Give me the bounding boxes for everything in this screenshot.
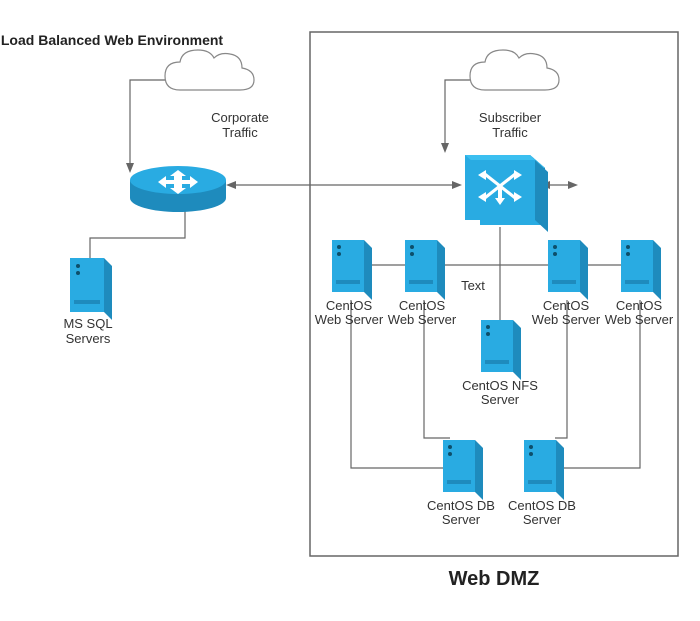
nfs-label-2: Server bbox=[481, 392, 520, 407]
web1-label-2: Web Server bbox=[315, 312, 384, 327]
server-icon bbox=[621, 240, 661, 300]
diagram-title-line1: Load Balanced Web Environment bbox=[1, 32, 224, 48]
db1-label-1: CentOS DB bbox=[427, 498, 495, 513]
web4-label-2: Web Server bbox=[605, 312, 674, 327]
server-icon bbox=[481, 320, 521, 380]
cloud-icon bbox=[470, 50, 559, 90]
mssql-label-1: MS SQL bbox=[63, 316, 112, 331]
subscriber-traffic-label2: Traffic bbox=[492, 125, 528, 140]
mssql-label-2: Servers bbox=[66, 331, 111, 346]
switch-icon bbox=[465, 155, 548, 232]
web1-label-1: CentOS bbox=[326, 298, 373, 313]
subscriber-traffic-label: Subscriber bbox=[479, 110, 542, 125]
corporate-traffic-label2: Traffic bbox=[222, 125, 258, 140]
network-diagram: Load Balanced Web Environment Corporate … bbox=[0, 0, 700, 621]
server-icon bbox=[332, 240, 372, 300]
corporate-traffic-label: Corporate bbox=[211, 110, 269, 125]
server-icon bbox=[405, 240, 445, 300]
text-placeholder: Text bbox=[461, 278, 485, 293]
web3-label-2: Web Server bbox=[532, 312, 601, 327]
web3-label-1: CentOS bbox=[543, 298, 590, 313]
web2-label-1: CentOS bbox=[399, 298, 446, 313]
server-icon bbox=[70, 258, 112, 320]
web2-label-2: Web Server bbox=[388, 312, 457, 327]
db2-label-1: CentOS DB bbox=[508, 498, 576, 513]
web4-label-1: CentOS bbox=[616, 298, 663, 313]
db2-label-2: Server bbox=[523, 512, 562, 527]
nfs-label-1: CentOS NFS bbox=[462, 378, 538, 393]
dmz-title: Web DMZ bbox=[449, 568, 540, 590]
server-icon bbox=[443, 440, 483, 500]
db1-label-2: Server bbox=[442, 512, 481, 527]
cloud-icon bbox=[165, 50, 254, 90]
server-icon bbox=[548, 240, 588, 300]
router-icon bbox=[130, 166, 226, 212]
server-icon bbox=[524, 440, 564, 500]
